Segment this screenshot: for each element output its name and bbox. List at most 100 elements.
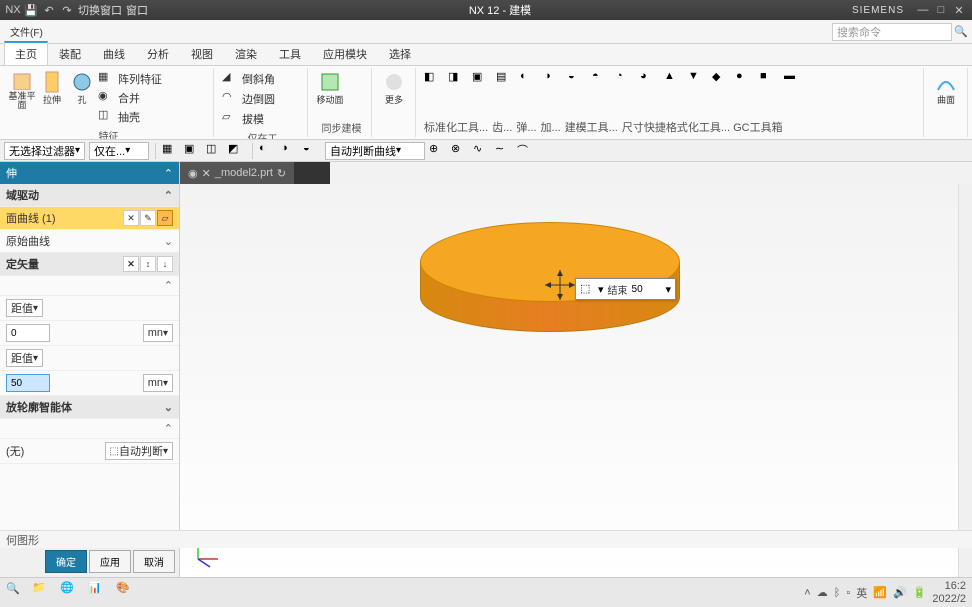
end-value-input[interactable] [6,374,50,392]
search-icon[interactable]: 🔍 [954,25,968,39]
sel-icon-2[interactable]: ▣ [184,142,202,160]
sel-icon-12[interactable]: ⌒ [517,142,535,160]
ribbon-icon-4[interactable]: ▤ [496,70,514,88]
vector-section[interactable]: 定矢量 ✕↕↓ [0,253,179,276]
collapse-icon[interactable]: ⌃ [164,167,173,180]
vec-x-icon[interactable]: ✕ [123,256,139,272]
bool-section[interactable]: 放轮廓智能体⌄ [0,396,179,419]
end-value-floating-input[interactable] [632,284,662,295]
tray-ime-indicator[interactable]: 英 [856,585,867,601]
tray-volume-icon[interactable]: 🔊 [893,586,907,599]
close-icon[interactable]: ✕ [952,3,966,17]
ribbon-icon-14[interactable]: ● [736,70,754,88]
ribbon-icon-8[interactable]: ◓ [592,70,610,88]
start-type-combo[interactable]: 距值 ▾ [6,299,43,317]
edge-blend-button[interactable]: ◠边倒圆 [222,90,275,108]
ribbon-icon-5[interactable]: ◐ [520,70,538,88]
tab-tools[interactable]: 工具 [268,42,312,65]
maximize-icon[interactable]: □ [934,3,948,17]
window-menu[interactable]: 窗口 [126,2,148,18]
ribbon-icon-2[interactable]: ◨ [448,70,466,88]
redo-icon[interactable]: ↷ [60,3,74,17]
ribbon-icon-16[interactable]: ▬ [784,70,802,88]
tab-analysis[interactable]: 分析 [136,42,180,65]
draw-icon[interactable]: ✎ [140,210,156,226]
end-type-combo[interactable]: 距值 ▾ [6,349,43,367]
vec-z-icon[interactable]: ↓ [157,256,173,272]
file-menu[interactable]: 文件(F) [4,22,49,41]
curve-row[interactable]: 面曲线 (1) ✕✎▱ [0,207,179,230]
doc-close-icon[interactable]: ✕ [202,167,211,180]
pattern-feature-button[interactable]: ▦阵列特征 [98,70,162,88]
clear-icon[interactable]: ✕ [123,210,139,226]
sel-icon-11[interactable]: ∼ [495,142,513,160]
tray-battery-icon[interactable]: 🔋 [913,586,927,599]
tray-bluetooth-icon[interactable]: ᛒ [834,587,841,599]
document-tab[interactable]: ◉ ✕ _model2.prt ↻ [180,162,294,184]
tray-cloud-icon[interactable]: ☁ [817,586,828,599]
search-icon[interactable]: 🔍 [6,582,28,604]
tray-date[interactable]: 2022/2 [932,593,966,605]
ribbon-icon-7[interactable]: ◒ [568,70,586,88]
start-value-input[interactable] [6,324,50,342]
extrude-button[interactable]: 拉伸 [38,70,66,110]
command-search[interactable]: 搜索命令 [832,23,952,41]
tab-select[interactable]: 选择 [378,42,422,65]
tray-chevron-icon[interactable]: ˄ [804,587,810,599]
cancel-button[interactable]: 取消 [133,550,175,573]
undo-icon[interactable]: ↶ [42,3,56,17]
floating-dimension-input[interactable]: ⬚ ▾ 结束 ▾ [575,278,676,300]
selection-filter-combo[interactable]: 无选择过滤器 ▾ [4,142,85,160]
edge-icon[interactable]: 🌐 [60,581,84,605]
shell-button[interactable]: ◫抽壳 [98,108,162,126]
ribbon-icon-6[interactable]: ◑ [544,70,562,88]
section-drive[interactable]: 域驱动⌃ [0,184,179,207]
tab-render[interactable]: 渲染 [224,42,268,65]
tab-assembly[interactable]: 装配 [48,42,92,65]
layer-filter-combo[interactable]: 仅在... ▾ [89,142,149,160]
union-button[interactable]: ◉合并 [98,89,162,107]
sel-icon-9[interactable]: ⊗ [451,142,469,160]
ribbon-icon-9[interactable]: ◔ [616,70,634,88]
sel-icon-5[interactable]: ◐ [259,142,277,160]
draft-button[interactable]: ▱拔模 [222,110,264,128]
surface-button[interactable]: 曲面 [932,70,960,110]
app-icon-1[interactable]: 📊 [88,581,112,605]
chevron-down-icon[interactable]: ▾ [598,283,604,296]
more-button[interactable]: 更多 [380,70,408,110]
ribbon-icon-15[interactable]: ■ [760,70,778,88]
tray-wifi-icon[interactable]: 📶 [873,586,887,599]
sel-icon-7[interactable]: ◒ [303,142,321,160]
chevron-down-icon[interactable]: ▾ [666,283,672,296]
tab-application[interactable]: 应用模块 [312,42,378,65]
ribbon-icon-11[interactable]: ▲ [664,70,682,88]
ribbon-icon-12[interactable]: ▼ [688,70,706,88]
app-icon-2[interactable]: 🎨 [116,581,140,605]
tab-view[interactable]: 视图 [180,42,224,65]
hole-button[interactable]: 孔 [68,70,96,110]
end-unit-combo[interactable]: mn ▾ [143,374,173,392]
save-icon[interactable]: 💾 [24,3,38,17]
move-face-button[interactable]: 移动面 [316,70,344,110]
orig-curve-row[interactable]: 原始曲线⌄ [0,230,179,253]
minimize-icon[interactable]: — [916,3,930,17]
vec-dir-icon[interactable]: ↕ [140,256,156,272]
ribbon-icon-13[interactable]: ◆ [712,70,730,88]
sel-icon-10[interactable]: ∿ [473,142,491,160]
ribbon-icon-10[interactable]: ◕ [640,70,658,88]
start-unit-combo[interactable]: mn ▾ [143,324,173,342]
sel-icon-1[interactable]: ▦ [162,142,180,160]
ribbon-icon-1[interactable]: ◧ [424,70,442,88]
tray-app-icon[interactable]: ▫ [846,587,850,599]
graphics-canvas[interactable]: ◉ ✕ _model2.prt ↻ ⬚ ▾ 结束 ▾ [180,162,972,577]
sel-icon-8[interactable]: ⊕ [429,142,447,160]
datum-plane-button[interactable]: 基准平面 [8,70,36,110]
sel-icon-3[interactable]: ◫ [206,142,224,160]
sel-icon-6[interactable]: ◑ [281,142,299,160]
ribbon-icon-3[interactable]: ▣ [472,70,490,88]
sel-icon-4[interactable]: ◩ [228,142,246,160]
limits-section[interactable]: ⌃ [0,276,179,296]
vertical-scrollbar[interactable] [958,184,972,577]
explorer-icon[interactable]: 📁 [32,581,56,605]
curve-infer-combo[interactable]: 自动判断曲线 ▾ [325,142,425,160]
